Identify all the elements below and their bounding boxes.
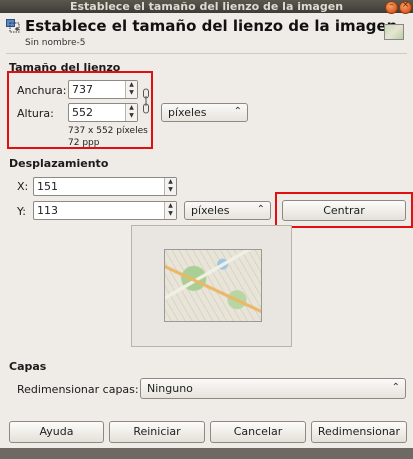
decrement-icon: ▼ xyxy=(168,210,173,217)
offset-heading: Desplazamiento xyxy=(9,157,109,170)
offset-y-stepper[interactable]: ▲ ▼ xyxy=(164,202,176,219)
offset-y-value: 113 xyxy=(37,204,58,217)
resize-button[interactable]: Redimensionar xyxy=(311,421,407,443)
reset-button-label: Reiniciar xyxy=(133,425,181,438)
resize-layers-value: Ninguno xyxy=(147,382,193,395)
canvas-unit-value: píxeles xyxy=(168,106,207,119)
highlight-center-button xyxy=(275,192,413,228)
preview-image[interactable] xyxy=(164,249,262,322)
resize-layers-label: Redimensionar capas: xyxy=(17,383,139,396)
window-bottom-edge xyxy=(0,448,413,459)
offset-x-value: 151 xyxy=(37,180,58,193)
window-titlebar[interactable]: Establece el tamaño del lienzo de la ima… xyxy=(0,0,413,14)
close-button[interactable]: × xyxy=(399,0,412,14)
offset-y-input[interactable]: 113 ▲ ▼ xyxy=(33,201,177,220)
reset-button[interactable]: Reiniciar xyxy=(109,421,205,443)
offset-unit-value: píxeles xyxy=(191,204,230,217)
cancel-button[interactable]: Cancelar xyxy=(210,421,306,443)
offset-x-stepper[interactable]: ▲ ▼ xyxy=(164,178,176,195)
image-thumbnail xyxy=(384,24,404,40)
window-title: Establece el tamaño del lienzo de la ima… xyxy=(69,0,344,13)
offset-x-label: X: xyxy=(17,180,29,193)
decrement-icon: ▼ xyxy=(168,186,173,193)
minimize-icon: – xyxy=(389,0,394,10)
resize-button-label: Redimensionar xyxy=(317,425,401,438)
cancel-button-label: Cancelar xyxy=(233,425,283,438)
offset-unit-select[interactable]: píxeles ⌃ xyxy=(184,201,271,220)
canvas-size-icon xyxy=(6,19,20,33)
dialog-title: Establece el tamaño del lienzo de la ima… xyxy=(25,17,398,35)
chevron-updown-icon: ⌃ xyxy=(391,382,400,393)
resize-layers-select[interactable]: Ninguno ⌃ xyxy=(140,378,406,399)
image-name: Sin nombre-5 xyxy=(25,38,86,48)
help-button[interactable]: Ayuda xyxy=(9,421,104,443)
highlight-canvas-size xyxy=(7,71,153,149)
canvas-unit-select[interactable]: píxeles ⌃ xyxy=(161,103,248,122)
close-icon: × xyxy=(401,0,410,10)
chevron-updown-icon: ⌃ xyxy=(256,204,265,215)
layers-heading: Capas xyxy=(9,360,47,373)
help-button-label: Ayuda xyxy=(39,425,74,438)
increment-icon: ▲ xyxy=(168,178,173,185)
offset-x-input[interactable]: 151 ▲ ▼ xyxy=(33,177,177,196)
offset-y-label: Y: xyxy=(17,205,26,218)
minimize-button[interactable]: – xyxy=(385,0,398,14)
chevron-updown-icon: ⌃ xyxy=(233,106,242,117)
increment-icon: ▲ xyxy=(168,202,173,209)
header-separator xyxy=(6,53,407,54)
